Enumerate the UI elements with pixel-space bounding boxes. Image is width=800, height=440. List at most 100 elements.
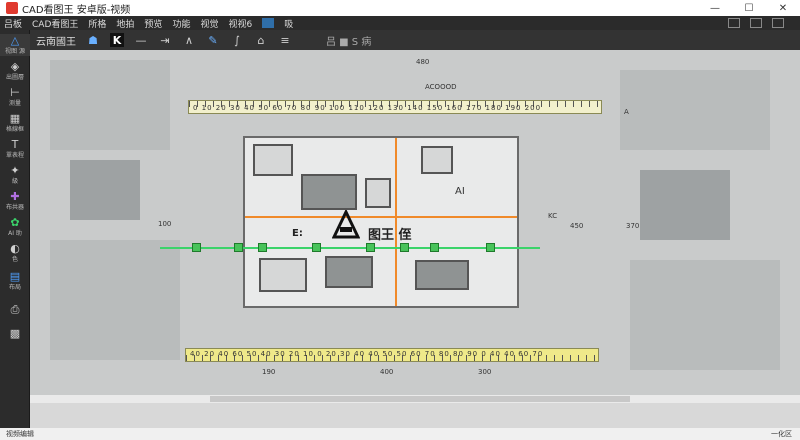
menu-item[interactable]: 视觉 xyxy=(200,17,218,30)
equal-tool-icon[interactable]: ≡ xyxy=(278,33,292,47)
sidebar-item-share[interactable]: ✚ 布共器 xyxy=(0,190,30,212)
app-watermark-icon xyxy=(332,210,360,239)
app-logo-icon xyxy=(6,2,18,14)
plan-room xyxy=(415,260,469,290)
arrow-tool-icon[interactable]: ⇥ xyxy=(158,33,172,47)
line-tool-icon[interactable]: — xyxy=(134,33,148,47)
menu-item[interactable]: 地拍 xyxy=(116,17,134,30)
sidebar-item-measure[interactable]: ⊢ 测量 xyxy=(0,86,30,108)
sidebar-item-text[interactable]: T 單表程 xyxy=(0,138,30,160)
menu-item[interactable]: 功能 xyxy=(172,17,190,30)
menu-item[interactable]: 预览 xyxy=(144,17,162,30)
plan-label-ai: AI xyxy=(455,186,465,197)
green-node[interactable] xyxy=(400,243,409,252)
sidebar-item-layout[interactable]: ▤ 布局 xyxy=(0,270,30,292)
plan-title-left: E: xyxy=(292,228,303,239)
dim-label-right-c: 370 xyxy=(626,222,640,230)
sidebar-item-layers[interactable]: ◈ 出圖層 xyxy=(0,60,30,82)
menu-item[interactable]: CAD看图王 xyxy=(32,17,78,30)
home-tool-icon[interactable]: ⌂ xyxy=(254,33,268,47)
k-tool-icon[interactable]: K xyxy=(110,33,124,47)
plan-room xyxy=(253,144,293,176)
toolbar-label: 云南國王 xyxy=(36,36,76,48)
sidebar-item-label: 布共器 xyxy=(5,204,24,211)
left-sidebar: △ 视图 源 ◈ 出圖層 ⊢ 测量 ▦ 格線框 T 單表程 ✦ 級 ✚ 布共器 … xyxy=(0,30,30,428)
sidebar-item-label: 格線框 xyxy=(5,126,24,133)
dim-label-left: 100 xyxy=(158,220,172,228)
curve-tool-icon[interactable]: ∫ xyxy=(230,33,244,47)
minimize-button[interactable]: — xyxy=(698,0,732,16)
sidebar-item-label: 测量 xyxy=(8,100,21,107)
plugin-icon: ✿ xyxy=(10,216,20,229)
bg-block xyxy=(630,260,780,370)
print-icon: ⎙ xyxy=(10,302,20,316)
status-left-text: 视频编辑 xyxy=(6,430,34,438)
open-file-icon[interactable] xyxy=(262,18,275,28)
share-icon: ✚ xyxy=(10,190,20,203)
bg-block xyxy=(70,160,140,220)
toolbar: 云南國王 ☗ K — ⇥ ∧ ✎ ∫ ⌂ ≡ 吕 ■ S 病 xyxy=(30,30,800,50)
top-ruler-numbers: 0 10 20 30 40 50 60 70 80 90 100 110 120… xyxy=(193,104,542,112)
star-icon: ✦ xyxy=(10,164,20,177)
maximize-button[interactable]: ☐ xyxy=(732,0,766,16)
dim-label-right-a: KC xyxy=(548,212,558,220)
panel-toggle-icon[interactable] xyxy=(728,18,740,28)
toolbar-right-text: 吕 ■ S 病 xyxy=(326,36,372,48)
palette-icon: ◐ xyxy=(10,242,20,255)
plan-room xyxy=(421,146,453,174)
sidebar-item-grid[interactable]: ▦ 格線框 xyxy=(0,112,30,134)
plan-room xyxy=(301,174,357,210)
grid-icon: ▦ xyxy=(9,112,21,125)
bottom-ruler-numbers: 40 20 40 60 50 40 30 20 10 0 20 30 40 40… xyxy=(190,350,544,358)
panel-toggle-icon[interactable] xyxy=(772,18,784,28)
sidebar-item-level[interactable]: ✦ 級 xyxy=(0,164,30,186)
sidebar-item-label: 色 xyxy=(11,256,18,263)
sidebar-item-color[interactable]: ◐ 色 xyxy=(0,242,30,264)
dim-label-top: 480 xyxy=(416,58,430,66)
menu-item[interactable]: 吕板 xyxy=(4,17,22,30)
panel-toggle-icon[interactable] xyxy=(750,18,762,28)
scrollbar-thumb[interactable] xyxy=(210,396,630,402)
top-ruler[interactable]: 0 10 20 30 40 50 60 70 80 90 100 110 120… xyxy=(188,100,602,114)
text-icon: T xyxy=(11,138,19,151)
floor-plan[interactable]: AI xyxy=(243,136,519,308)
sidebar-item-label: 出圖層 xyxy=(5,74,24,81)
sidebar-item-label: 布局 xyxy=(8,284,21,291)
pen-tool-icon[interactable]: ✎ xyxy=(206,33,220,47)
bottom-ruler[interactable]: 40 20 40 60 50 40 30 20 10 0 20 30 40 40… xyxy=(185,348,599,362)
sidebar-item-ai[interactable]: ✿ AI 助 xyxy=(0,216,30,238)
green-node[interactable] xyxy=(366,243,375,252)
status-bar: 视频编辑 一化区 xyxy=(0,428,800,440)
sidebar-item-view[interactable]: △ 视图 源 xyxy=(0,34,30,56)
sidebar-item-print[interactable]: ⎙ xyxy=(0,298,30,320)
angle-tool-icon[interactable]: ∧ xyxy=(182,33,196,47)
green-node[interactable] xyxy=(192,243,201,252)
sidebar-item-qr[interactable]: ▩ xyxy=(0,322,30,344)
horizontal-scrollbar[interactable] xyxy=(30,395,800,403)
drawing-canvas[interactable]: 0 10 20 30 40 50 60 70 80 90 100 110 120… xyxy=(30,50,800,403)
dim-label-right-b: 450 xyxy=(570,222,584,230)
menu-tab[interactable]: 吸 xyxy=(284,17,293,30)
qr-icon: ▩ xyxy=(9,326,21,340)
green-node[interactable] xyxy=(234,243,243,252)
person-icon[interactable]: ☗ xyxy=(86,33,100,47)
sidebar-item-label: AI 助 xyxy=(8,230,22,237)
dim-label-bottom-mid: 400 xyxy=(380,368,394,376)
window-title: CAD看图王 安卓版-视频 xyxy=(22,4,131,16)
axis-line-horizontal xyxy=(245,216,517,218)
bg-block xyxy=(620,70,770,150)
close-button[interactable]: ✕ xyxy=(766,0,800,16)
green-node[interactable] xyxy=(430,243,439,252)
menu-item[interactable]: 视视6 xyxy=(228,17,252,30)
green-dimension-line xyxy=(160,247,540,249)
dim-label-top-right: ACOOOD xyxy=(425,83,457,91)
dim-label-bottom-right: 300 xyxy=(478,368,492,376)
triangle-icon: △ xyxy=(10,34,20,47)
green-node[interactable] xyxy=(258,243,267,252)
green-node[interactable] xyxy=(486,243,495,252)
green-node[interactable] xyxy=(312,243,321,252)
bg-block xyxy=(50,240,180,360)
layers-icon: ◈ xyxy=(10,60,20,73)
sidebar-item-label: 級 xyxy=(11,178,18,185)
menu-item[interactable]: 所格 xyxy=(88,17,106,30)
